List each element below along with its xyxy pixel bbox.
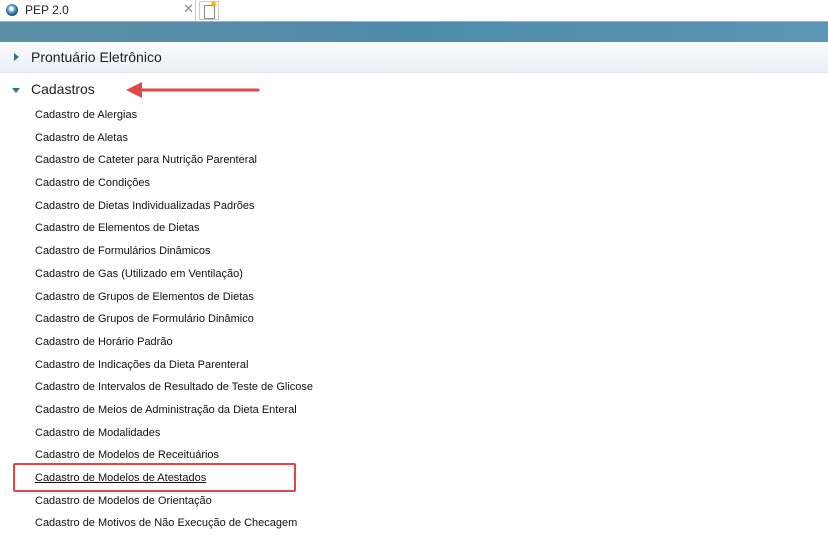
new-tab-button[interactable]: ✷ bbox=[199, 0, 219, 20]
menu-item-label: Cadastro de Indicações da Dieta Parenter… bbox=[35, 358, 249, 371]
menu-item[interactable]: Cadastro de Indicações da Dieta Parenter… bbox=[0, 354, 828, 377]
menu-item-label: Cadastro de Aletas bbox=[35, 131, 128, 144]
section-cadastros[interactable]: Cadastros bbox=[0, 74, 828, 105]
menu-item[interactable]: Cadastro de Dietas Individualizadas Padr… bbox=[0, 195, 828, 218]
tab-pep[interactable]: PEP 2.0 ✕ bbox=[0, 0, 196, 21]
menu-item-label: Cadastro de Dietas Individualizadas Padr… bbox=[35, 199, 255, 212]
menu-item[interactable]: Cadastro de Grupos de Formulário Dinâmic… bbox=[0, 308, 828, 331]
menu-item-label: Cadastro de Grupos de Elementos de Dieta… bbox=[35, 290, 254, 303]
menu-item[interactable]: Cadastro de Meios de Administração da Di… bbox=[0, 399, 828, 422]
menu-item-label: Cadastro de Grupos de Formulário Dinâmic… bbox=[35, 313, 254, 326]
menu-item[interactable]: Cadastro de Alergias bbox=[0, 104, 828, 127]
menu-item-label: Cadastro de Elementos de Dietas bbox=[35, 222, 200, 235]
menu-item-label: Cadastro de Horário Padrão bbox=[35, 335, 173, 348]
menu-item-label: Cadastro de Modelos de Receituários bbox=[35, 449, 220, 462]
menu-item[interactable]: Cadastro de Intervalos de Resultado de T… bbox=[0, 376, 828, 399]
menu-item[interactable]: Cadastro de Aletas bbox=[0, 127, 828, 150]
menu-item-label: Cadastro de Meios de Administração da Di… bbox=[35, 403, 297, 416]
section-label: Prontuário Eletrônico bbox=[31, 49, 162, 65]
menu-item-label: Cadastro de Condições bbox=[35, 177, 150, 190]
caret-down-icon bbox=[12, 88, 20, 93]
tab-title: PEP 2.0 bbox=[25, 3, 69, 17]
menu-item-label: Cadastro de Motivos de Não Execução de C… bbox=[35, 517, 298, 530]
tab-strip: PEP 2.0 ✕ ✷ bbox=[0, 0, 828, 22]
menu-item[interactable]: Cadastro de Grupos de Elementos de Dieta… bbox=[0, 286, 828, 309]
menu-item-label: Cadastro de Alergias bbox=[35, 109, 138, 121]
menu-item[interactable]: Cadastro de Gas (Utilizado em Ventilação… bbox=[0, 263, 828, 286]
menu-item-label: Cadastro de Formulários Dinâmicos bbox=[35, 245, 211, 258]
menu-item[interactable]: Cadastro de Elementos de Dietas bbox=[0, 217, 828, 240]
menu-item[interactable]: Cadastro de Horário Padrão bbox=[0, 331, 828, 354]
menu-item[interactable]: Cadastro de Modelos de Orientação bbox=[0, 490, 828, 513]
menu-item[interactable]: Cadastro de Modalidades bbox=[0, 422, 828, 445]
annotation-highlight-box bbox=[13, 463, 296, 492]
menu-item[interactable]: Cadastro de Formulários Dinâmicos bbox=[0, 240, 828, 263]
menu-item-label: Cadastro de Gas (Utilizado em Ventilação… bbox=[35, 267, 243, 280]
close-tab-icon[interactable]: ✕ bbox=[183, 2, 194, 16]
menu-item-label: Cadastro de Modelos de Orientação bbox=[35, 494, 212, 507]
annotation-arrow-icon bbox=[126, 82, 260, 98]
menu-item[interactable]: Cadastro de Cateter para Nutrição Parent… bbox=[0, 149, 828, 172]
header-bar bbox=[0, 22, 828, 42]
menu-item-label: Cadastro de Intervalos de Resultado de T… bbox=[35, 381, 314, 394]
app-logo-icon bbox=[6, 4, 18, 16]
section-label: Cadastros bbox=[31, 81, 95, 97]
caret-right-icon bbox=[14, 53, 19, 61]
sparkle-icon: ✷ bbox=[209, 0, 219, 11]
menu-item[interactable]: Cadastro de Condições bbox=[0, 172, 828, 195]
menu-item-label: Cadastro de Cateter para Nutrição Parent… bbox=[35, 154, 257, 167]
section-prontuario-eletronico[interactable]: Prontuário Eletrônico bbox=[0, 42, 828, 73]
menu-item-label: Cadastro de Modalidades bbox=[35, 426, 161, 439]
